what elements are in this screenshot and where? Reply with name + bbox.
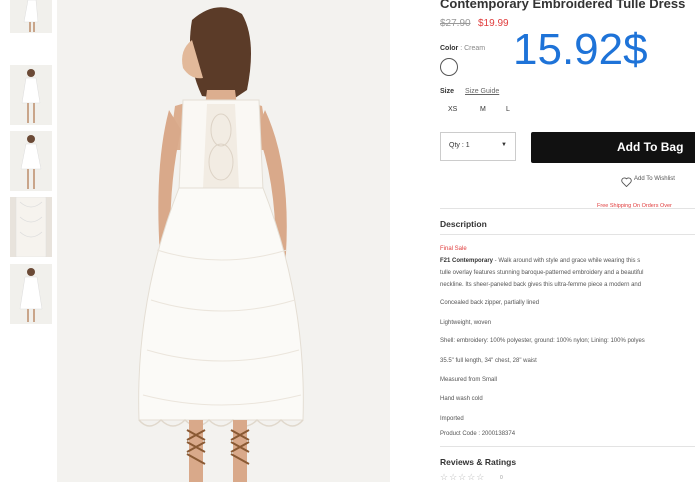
divider xyxy=(440,446,695,447)
thumbnail-1[interactable] xyxy=(10,0,52,33)
star-rating: ☆☆☆☆☆ xyxy=(440,472,486,482)
quantity-value: Qty : 1 xyxy=(449,142,470,149)
description-line: neckline. Its sheer-paneled back gives t… xyxy=(440,282,642,288)
thumbnail-5[interactable] xyxy=(10,264,52,324)
detail-item: Measured from Small xyxy=(440,377,498,383)
description-line: tulle overlay features stunning baroque-… xyxy=(440,270,644,276)
heart-icon[interactable] xyxy=(621,174,632,192)
size-option-xs[interactable]: XS xyxy=(448,106,457,113)
detail-item: Hand wash cold xyxy=(440,396,483,402)
intro-text: - Walk around with style and grace while… xyxy=(493,258,641,264)
divider xyxy=(440,208,695,209)
add-to-wishlist-link[interactable]: Add To Wishlist xyxy=(634,176,675,182)
detail-item: Imported xyxy=(440,416,464,422)
overlay-price-annotation: 15.92$ xyxy=(513,25,648,74)
review-count: 0 xyxy=(500,475,503,481)
reviews-heading[interactable]: Reviews & Ratings xyxy=(440,457,516,467)
size-option-m[interactable]: M xyxy=(480,106,486,113)
main-product-image xyxy=(57,0,390,482)
size-option-l[interactable]: L xyxy=(506,106,510,113)
detail-item: Concealed back zipper, partially lined xyxy=(440,300,540,306)
brand-name: F21 Contemporary xyxy=(440,258,494,264)
color-value: : Cream xyxy=(460,45,486,52)
chevron-down-icon: ▼ xyxy=(501,142,507,148)
description-heading[interactable]: Description xyxy=(440,219,487,229)
divider xyxy=(440,234,695,235)
quantity-select[interactable]: Qty : 1 ▼ xyxy=(440,132,516,161)
sale-price: $19.99 xyxy=(478,18,509,29)
size-guide-link[interactable]: Size Guide xyxy=(465,88,499,95)
final-sale-label: Final Sale xyxy=(440,246,467,252)
color-swatch-cream[interactable] xyxy=(440,58,458,76)
thumbnail-4[interactable] xyxy=(10,197,52,257)
thumbnail-2[interactable] xyxy=(10,65,52,125)
color-label: Color xyxy=(440,45,459,52)
add-to-bag-button[interactable]: Add To Bag xyxy=(531,132,695,163)
detail-item: Shell: embroidery: 100% polyester, groun… xyxy=(440,338,645,344)
original-price: $27.90 xyxy=(440,18,471,29)
detail-item: Lightweight, woven xyxy=(440,320,492,326)
color-label-row: Color : Cream xyxy=(440,45,485,52)
product-code: Product Code : 2000138374 xyxy=(440,431,516,437)
thumbnail-3[interactable] xyxy=(10,131,52,191)
description-intro: F21 Contemporary - Walk around with styl… xyxy=(440,258,640,264)
size-label: Size xyxy=(440,88,455,95)
detail-item: 35.5" full length, 34" chest, 28" waist xyxy=(440,358,537,364)
product-title: Contemporary Embroidered Tulle Dress xyxy=(440,0,686,11)
